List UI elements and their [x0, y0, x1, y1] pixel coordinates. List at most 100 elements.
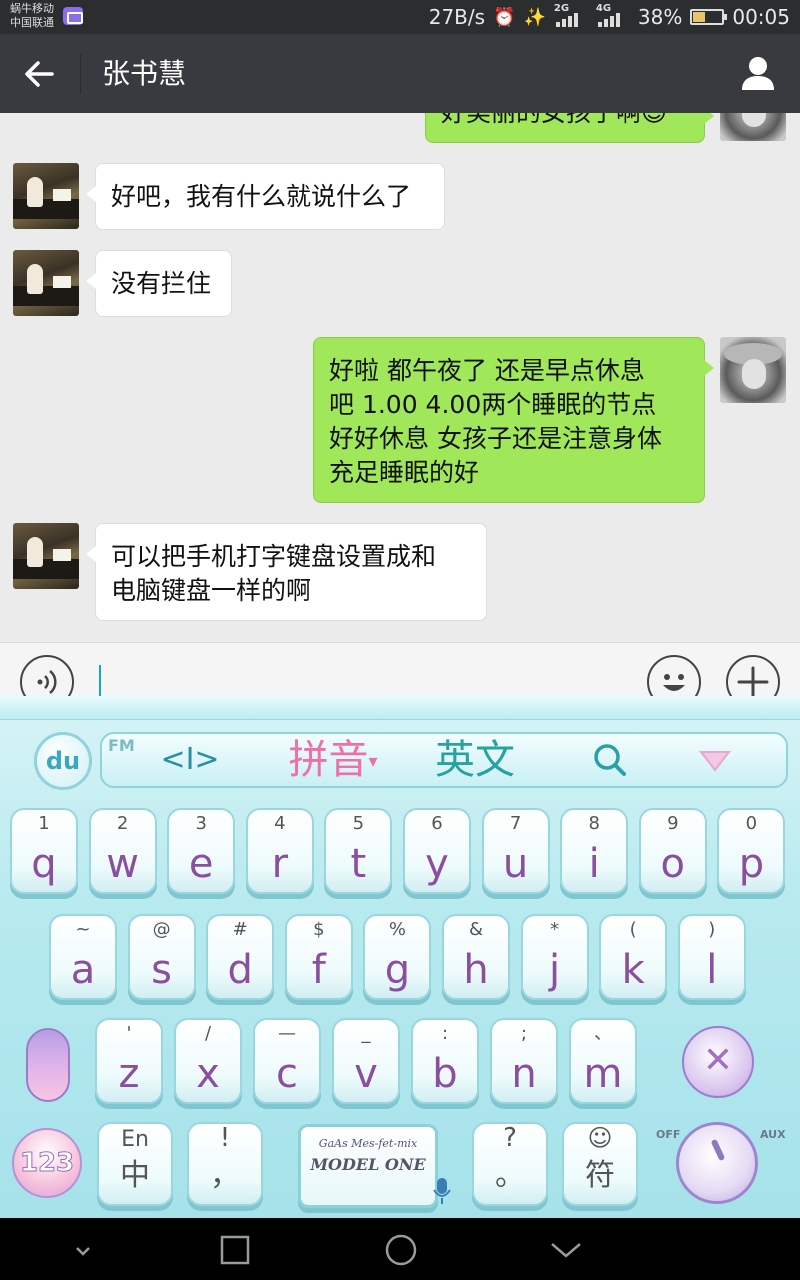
sparkle-icon: ✨ — [523, 6, 546, 28]
status-bar: 蜗牛移动 中国联通 27B/s ⏰ ✨ 2G 4G 38% 00:05 — [0, 0, 800, 34]
key-main-label: v — [354, 1051, 378, 1097]
contact-avatar[interactable] — [13, 163, 79, 229]
language-switch-key[interactable]: En 中 — [97, 1122, 173, 1206]
contact-avatar[interactable] — [13, 523, 79, 589]
key-sub-label: 9 — [667, 813, 679, 834]
key-b[interactable]: :b — [411, 1018, 479, 1104]
collapse-keyboard-icon[interactable] — [688, 736, 742, 784]
back-button[interactable] — [16, 52, 64, 96]
ime-logo-button[interactable]: du — [34, 732, 92, 790]
key-main-label: k — [621, 947, 645, 993]
key-d[interactable]: # d — [206, 914, 275, 1000]
battery-icon — [690, 9, 728, 25]
key-s[interactable]: @ s — [127, 914, 196, 1000]
search-icon[interactable] — [582, 736, 638, 784]
symbol-key[interactable]: ☺ 符 — [562, 1122, 638, 1206]
key-t[interactable]: 5t — [324, 808, 393, 894]
message-line: 可以把手机打字键盘设置成和 — [111, 542, 437, 571]
message-bubble-outgoing[interactable]: 好美丽的女孩子啊😊 — [425, 113, 714, 143]
message-bubble-outgoing[interactable]: 好啦 都午夜了 还是早点休息 吧 1.00 4.00两个睡眠的节点 好好休息 女… — [313, 337, 714, 503]
circle-icon — [385, 1234, 417, 1266]
my-avatar[interactable] — [720, 113, 786, 141]
cursor-tool-button[interactable]: <I> — [160, 736, 220, 784]
number-mode-key[interactable]: 123 — [12, 1128, 82, 1198]
key-q[interactable]: 1q — [10, 808, 78, 894]
key-r[interactable]: 4r — [245, 808, 314, 894]
system-nav-bar — [0, 1218, 800, 1280]
microphone-icon[interactable] — [432, 1176, 452, 1206]
message-bubble-incoming[interactable]: 可以把手机打字键盘设置成和 电脑键盘一样的啊 — [86, 523, 487, 621]
key-sub-label: ☺ — [587, 1124, 613, 1152]
key-sub-label: # — [232, 919, 248, 940]
home-button[interactable] — [376, 1228, 426, 1272]
recents-button[interactable] — [210, 1228, 260, 1272]
key-x[interactable]: / x — [174, 1018, 242, 1104]
keyboard-settings-knob[interactable] — [676, 1122, 758, 1204]
keyboard-top-strip — [0, 696, 800, 720]
key-m[interactable]: 、 m — [569, 1018, 637, 1104]
message-bubble-incoming[interactable]: 好吧，我有什么就说什么了 — [86, 163, 445, 230]
key-p[interactable]: 0p — [717, 808, 786, 894]
back-nav-button[interactable] — [541, 1228, 591, 1272]
key-v[interactable]: _ v — [332, 1018, 400, 1104]
key-e[interactable]: 3e — [167, 808, 236, 894]
message-list[interactable]: 好美丽的女孩子啊😊 好吧，我有什么就说什么了 没有拦住 好啦 都午夜了 还是早点… — [0, 113, 800, 642]
key-a[interactable]: ~ a — [49, 914, 117, 1000]
net-speed: 27B/s — [428, 5, 486, 29]
key-sub-label: ' — [126, 1023, 132, 1044]
chat-header: 张书慧 — [0, 34, 800, 113]
key-j[interactable]: * j — [520, 914, 589, 1000]
fm-label: FM — [108, 736, 135, 755]
key-g[interactable]: % g — [363, 914, 432, 1000]
message-bubble-incoming[interactable]: 没有拦住 — [86, 250, 232, 317]
my-avatar[interactable] — [720, 337, 786, 403]
shift-key[interactable] — [26, 1028, 70, 1102]
key-w[interactable]: 2w — [88, 808, 157, 894]
space-key[interactable]: GaAs Mes-fet-mix MODEL ONE — [298, 1124, 438, 1208]
key-n[interactable]: ; n — [490, 1018, 558, 1104]
key-f[interactable]: $ f — [284, 914, 353, 1000]
key-sub-label: 2 — [116, 813, 129, 834]
key-h[interactable]: & h — [442, 914, 510, 1000]
person-icon — [742, 57, 774, 90]
carrier-name-2: 中国联通 — [10, 16, 54, 29]
chat-info-button[interactable] — [736, 52, 780, 96]
key-l[interactable]: ) l — [677, 914, 746, 1000]
english-mode-button[interactable]: 英文 — [425, 736, 525, 784]
key-z[interactable]: ' z — [95, 1018, 163, 1104]
key-sub-label: ! — [219, 1123, 231, 1153]
knob-off-label: OFF — [656, 1128, 681, 1141]
key-sub-label: 7 — [509, 813, 522, 834]
key-sub-label: 3 — [195, 813, 207, 834]
key-main-label: j — [549, 947, 561, 993]
contact-avatar[interactable] — [13, 250, 79, 316]
keyboard-notification-icon — [63, 7, 83, 25]
key-main-label: a — [70, 947, 96, 993]
delete-key[interactable]: ✕ — [682, 1026, 754, 1098]
key-sub-label: $ — [313, 919, 325, 940]
key-c[interactable]: — c — [253, 1018, 321, 1104]
key-main-label: o — [660, 841, 686, 887]
question-key[interactable]: ? 。 — [472, 1122, 548, 1206]
pinyin-mode-button[interactable]: 拼音▾ — [278, 736, 388, 784]
key-main-label: m — [583, 1051, 623, 1097]
punctuation-key[interactable]: ! ， — [187, 1122, 263, 1206]
key-u[interactable]: 7u — [481, 808, 550, 894]
key-k[interactable]: (k — [599, 914, 668, 1000]
ime-keyboard: du FM <I> 拼音▾ 英文 1 q 2 w 3 e 4 r 5 t 6 y 7 u 8 i 9 o 0 p ~ a @… — [0, 696, 800, 1218]
message-line: 电脑键盘一样的啊 — [111, 576, 312, 605]
hide-keyboard-button[interactable] — [58, 1228, 108, 1272]
key-main-label: 中 — [120, 1158, 150, 1193]
key-o[interactable]: 9o — [638, 808, 707, 894]
key-main-label: s — [151, 947, 173, 993]
key-y[interactable]: 6y — [403, 808, 471, 894]
chevron-down-wide-icon — [551, 1243, 581, 1258]
message-line: 好啦 都午夜了 还是早点休息 — [329, 356, 645, 385]
key-main-label: t — [350, 841, 367, 887]
key-i[interactable]: 8i — [560, 808, 629, 894]
alarm-icon: ⏰ — [493, 6, 516, 28]
key-main-label: b — [432, 1051, 458, 1097]
message-line: 好好休息 女孩子还是注意身体 — [329, 424, 662, 453]
key-main-label: y — [425, 841, 449, 887]
key-main-label: 符 — [585, 1158, 615, 1193]
